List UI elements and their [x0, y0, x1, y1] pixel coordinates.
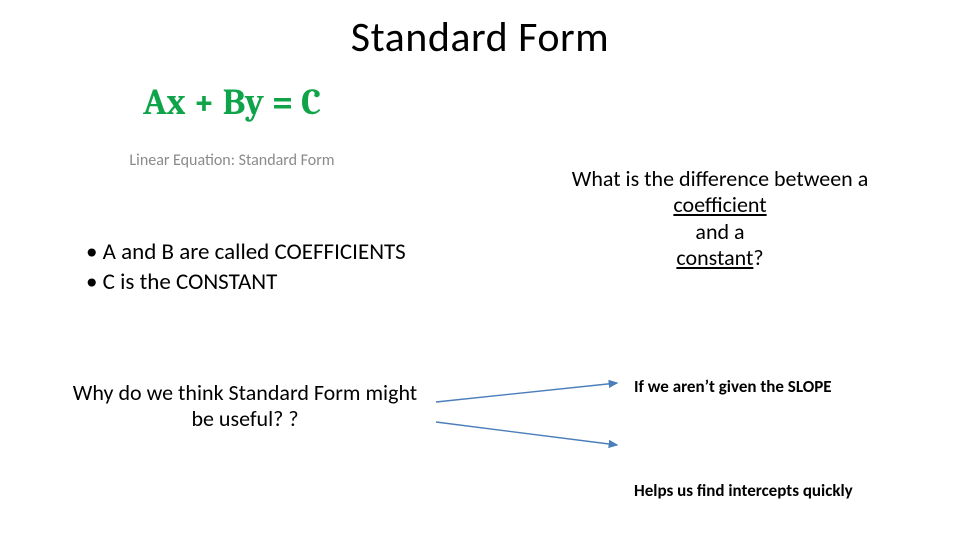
- equation-term-c: C: [301, 82, 321, 123]
- why-line1: Why do we think Standard Form might: [60, 380, 430, 406]
- why-useful-question: Why do we think Standard Form might be u…: [60, 380, 430, 433]
- difference-question: What is the difference between a coeffic…: [520, 166, 920, 272]
- equation-plus: +: [186, 82, 223, 123]
- equation-term-ax: Ax: [143, 82, 185, 123]
- equation-term-by: By: [223, 82, 264, 123]
- slide-title: Standard Form: [0, 12, 960, 63]
- question-and: and a: [520, 219, 920, 245]
- question-constant: constant: [676, 244, 753, 271]
- bullet-list: • A and B are called COEFFICIENTS • C is…: [86, 238, 406, 298]
- question-qmark: ?: [753, 244, 763, 271]
- arrow-to-slope: [436, 383, 617, 402]
- answer-slope: If we aren’t given the SLOPE: [634, 376, 832, 397]
- bullet-constant: • C is the CONSTANT: [86, 268, 406, 298]
- equation: Ax + By = C: [62, 82, 402, 123]
- equation-equals: =: [264, 82, 301, 123]
- bullet-coefficients: • A and B are called COEFFICIENTS: [86, 238, 406, 268]
- equation-caption: Linear Equation: Standard Form: [62, 151, 402, 170]
- slide: Standard Form Ax + By = C Linear Equatio…: [0, 0, 960, 540]
- why-line2: be useful? ?: [60, 406, 430, 432]
- arrow-to-intercepts: [436, 422, 617, 445]
- question-line1: What is the difference between a: [520, 166, 920, 192]
- answer-intercepts: Helps us find intercepts quickly: [634, 480, 853, 501]
- question-coefficient: coefficient: [673, 191, 766, 218]
- equation-box: Ax + By = C Linear Equation: Standard Fo…: [62, 82, 402, 170]
